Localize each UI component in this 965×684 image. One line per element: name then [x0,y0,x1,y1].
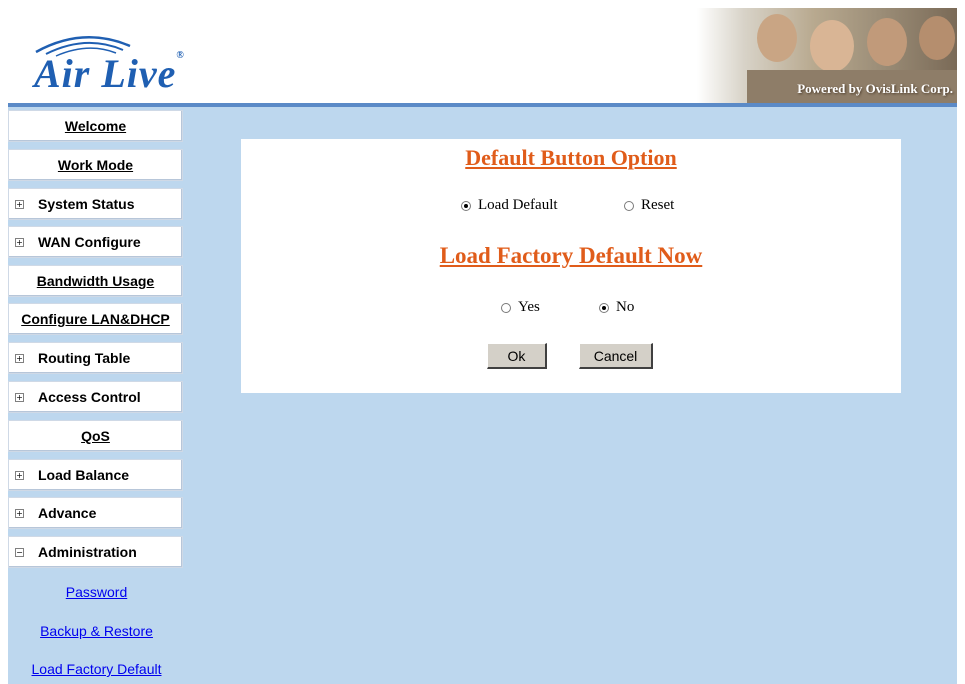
sidebar-item-access-control[interactable]: + Access Control [8,381,183,413]
radio-no[interactable]: No [599,299,634,316]
sidebar-item-label: System Status [38,196,135,212]
radio-load-default[interactable]: Load Default [461,197,558,214]
logo-text: Air Live® [34,50,185,96]
sidebar-item-qos[interactable]: QoS [8,420,183,452]
header: Air Live® Powered by OvisLink Corp. [8,8,957,103]
default-button-panel: Default Button Option Load Default Reset… [241,139,901,393]
sidebar-item-label: Load Balance [38,467,130,483]
sidebar-item-administration[interactable]: − Administration [8,536,183,568]
sidebar-item-label: Access Control [38,389,141,405]
cancel-button[interactable]: Cancel [579,343,653,369]
sidebar-item-welcome[interactable]: Welcome [8,110,183,142]
expand-icon[interactable]: + [15,470,24,480]
sub-link-load-factory-default[interactable]: Load Factory Default [8,661,185,677]
powered-by-text: Powered by OvisLink Corp. [797,81,953,96]
expand-icon[interactable]: + [15,392,24,402]
radio-unchecked-icon[interactable] [501,302,511,313]
expand-icon[interactable]: + [15,353,24,363]
banner-photo: Powered by OvisLink Corp. [697,8,957,103]
expand-icon[interactable]: + [15,199,24,209]
sidebar-item-load-balance[interactable]: + Load Balance [8,459,183,491]
radio-checked-icon[interactable] [461,200,471,211]
sidebar-item-configure-lan-dhcp[interactable]: Configure LAN&DHCP [8,303,183,335]
collapse-icon[interactable]: − [15,547,24,557]
section-title-load-factory-default: Load Factory Default Now [439,243,703,268]
ok-button[interactable]: Ok [487,343,547,369]
sidebar-item-wan-configure[interactable]: + WAN Configure [8,226,183,258]
radio-checked-icon[interactable] [599,302,609,313]
sub-link-backup-restore[interactable]: Backup & Restore [8,623,185,639]
sidebar-item-label: Administration [38,544,137,560]
sub-link-password[interactable]: Password [8,584,185,600]
section-title-default-button-option: Default Button Option [465,145,677,170]
sidebar-item-routing-table[interactable]: + Routing Table [8,342,183,374]
radio-yes[interactable]: Yes [501,299,540,316]
sidebar-item-label: WAN Configure [38,234,141,250]
radio-yes-label: Yes [518,299,540,315]
radio-no-label: No [616,299,635,315]
sidebar-item-work-mode[interactable]: Work Mode [8,149,183,181]
sidebar-item-label: Welcome [64,118,127,134]
sidebar-item-label: Bandwidth Usage [36,273,155,289]
expand-icon[interactable]: + [15,237,24,247]
radio-unchecked-icon[interactable] [624,200,634,211]
sidebar-item-advance[interactable]: + Advance [8,497,183,529]
sidebar-item-system-status[interactable]: + System Status [8,188,183,220]
expand-icon[interactable]: + [15,508,24,518]
sidebar-item-label: QoS [81,428,110,444]
sidebar-item-label: Work Mode [57,157,134,173]
sidebar-item-label: Configure LAN&DHCP [21,311,170,327]
sidebar-item-bandwidth-usage[interactable]: Bandwidth Usage [8,265,183,297]
airlive-logo: Air Live® [28,28,268,98]
sidebar-item-label: Advance [38,505,97,521]
radio-reset-label: Reset [641,197,675,213]
sidebar-item-label: Routing Table [38,350,131,366]
radio-reset[interactable]: Reset [624,197,674,214]
radio-load-default-label: Load Default [478,197,558,213]
